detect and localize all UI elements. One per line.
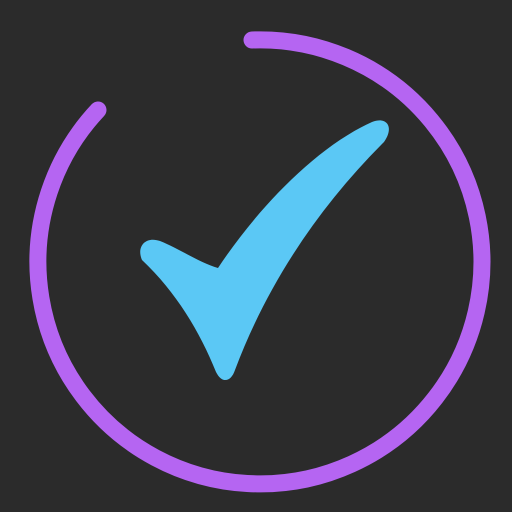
icon-graphic [29,31,491,493]
app-icon [0,0,512,512]
checkmark-icon [140,120,389,381]
